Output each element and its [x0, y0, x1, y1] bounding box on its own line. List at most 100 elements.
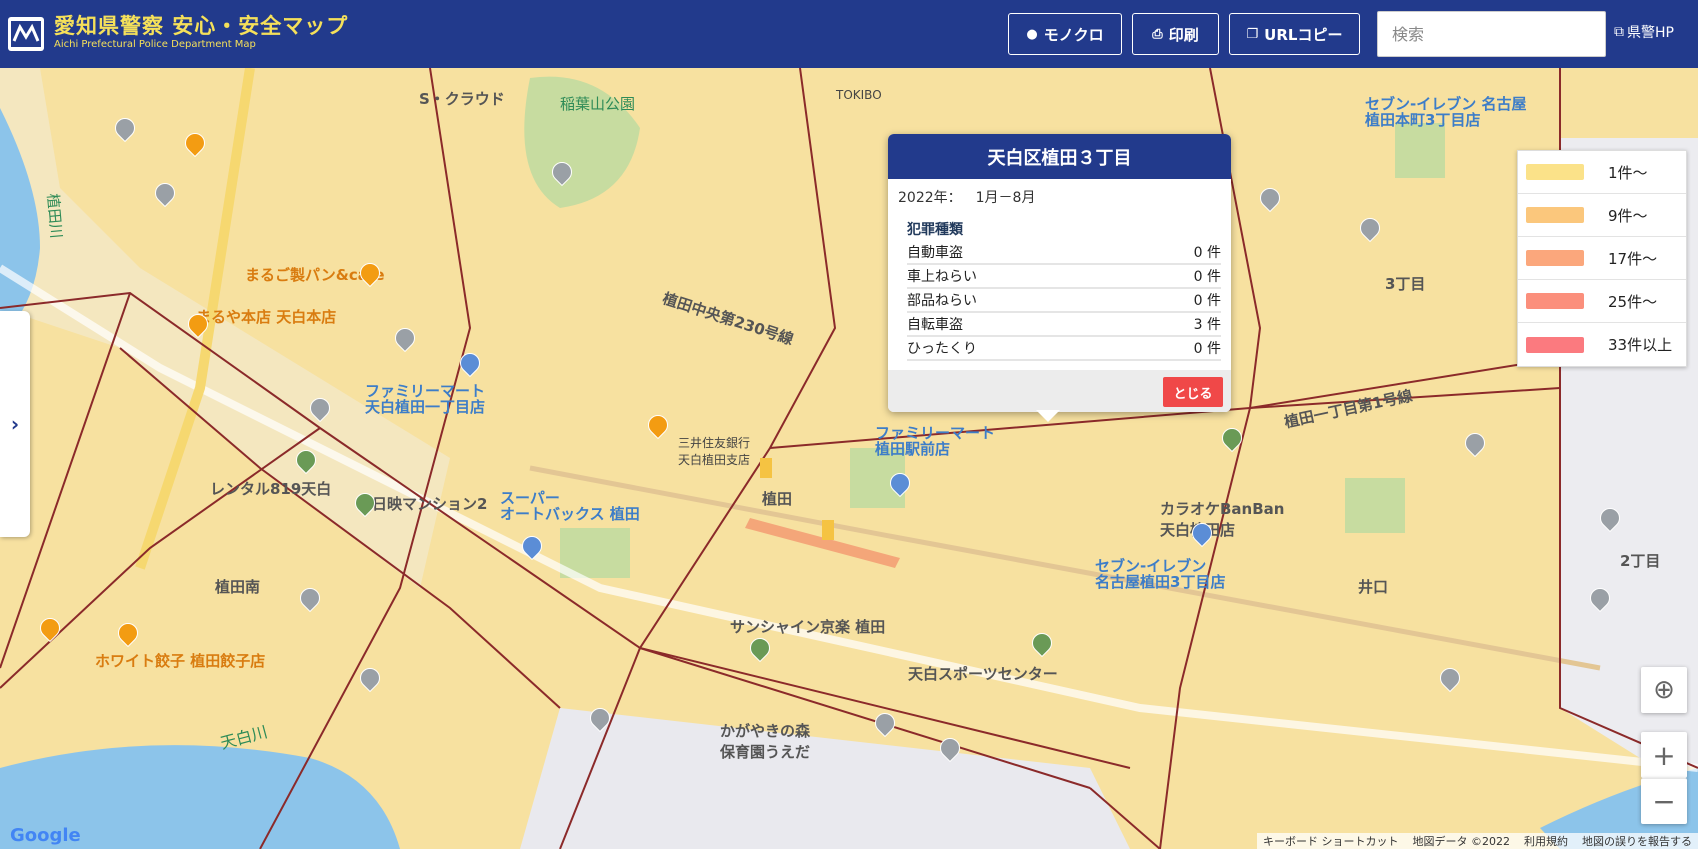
poi-pin[interactable]	[1590, 588, 1608, 610]
legend-swatch	[1526, 207, 1584, 223]
label-smbc: 三井住友銀行 天白植田支店	[678, 436, 751, 467]
legend-row: 25件～	[1518, 280, 1686, 323]
label-sports-center: 天白スポーツセンター	[908, 665, 1058, 683]
poi-pin[interactable]	[1600, 508, 1618, 530]
area-info-popup: 天白区植田３丁目 2022年： 1月－8月 犯罪種類 自動車盗 0 件 車上ねら…	[888, 134, 1231, 412]
legend-label: 25件～	[1608, 292, 1658, 311]
prefectural-police-label: 県警HP	[1627, 25, 1674, 41]
crime-count: 0 件	[1193, 293, 1221, 309]
crime-name: 自動車盗	[907, 245, 963, 261]
print-label: 印刷	[1168, 25, 1199, 44]
popup-months: 1月－8月	[975, 190, 1036, 206]
label-s-cloud: S・クラウド	[419, 90, 505, 108]
google-logo: Google	[10, 825, 81, 846]
shop-pin[interactable]	[890, 473, 908, 495]
report-error-link[interactable]: 地図の誤りを報告する	[1582, 833, 1692, 849]
crime-name: 車上ねらい	[907, 269, 977, 285]
park-pin[interactable]	[1032, 633, 1050, 655]
shop-pin[interactable]	[522, 536, 540, 558]
app-title: 愛知県警察 安心・安全マップ	[54, 14, 349, 38]
legend-row: 33件以上	[1518, 323, 1686, 366]
poi-pin[interactable]	[552, 162, 570, 184]
poi-pin[interactable]	[1465, 433, 1483, 455]
crime-name: ひったくり	[907, 341, 977, 357]
label-sunshine: サンシャイン京楽 植田	[730, 618, 886, 636]
url-copy-button[interactable]: ❐ URLコピー	[1229, 13, 1360, 55]
google-logo-text: Google	[10, 825, 81, 846]
copy-icon: ❐	[1246, 26, 1259, 42]
legend-row: 1件～	[1518, 151, 1686, 194]
restaurant-pin[interactable]	[118, 623, 136, 645]
restaurant-pin[interactable]	[40, 618, 58, 640]
poi-pin[interactable]	[1360, 218, 1378, 240]
crime-count: 0 件	[1193, 341, 1221, 357]
restaurant-pin[interactable]	[185, 133, 203, 155]
label-kagaya: かがやきの森 保育園うえだ	[720, 722, 811, 761]
legend-label: 17件～	[1608, 249, 1658, 268]
poi-pin[interactable]	[1260, 188, 1278, 210]
crime-count: 3 件	[1193, 317, 1221, 333]
poi-pin[interactable]	[310, 398, 328, 420]
minus-icon: −	[1652, 785, 1676, 818]
label-seven-honmachi: セブン-イレブン 名古屋 植田本町3丁目店	[1365, 95, 1527, 129]
sidebar-toggle-button[interactable]: ›	[0, 311, 30, 537]
label-inaba-park: 稲葉山公園	[560, 95, 636, 113]
crime-type-heading: 犯罪種類	[907, 222, 963, 238]
restaurant-pin[interactable]	[648, 415, 666, 437]
park-pin[interactable]	[355, 493, 373, 515]
crime-count: 0 件	[1193, 245, 1221, 261]
crime-count-legend: 1件～ 9件～ 17件～ 25件～ 33件以上	[1517, 150, 1687, 367]
app-header: 愛知県警察 安心・安全マップ Aichi Prefectural Police …	[0, 0, 1698, 68]
poi-pin[interactable]	[300, 588, 318, 610]
chevron-right-icon: ›	[10, 412, 20, 436]
park-pin[interactable]	[296, 450, 314, 472]
shop-pin[interactable]	[1192, 523, 1210, 545]
park-pin[interactable]	[1222, 428, 1240, 450]
restaurant-pin[interactable]	[188, 314, 206, 336]
police-logo	[8, 17, 44, 51]
shop-pin[interactable]	[460, 353, 478, 375]
keyboard-shortcuts-link[interactable]: キーボード ショートカット	[1263, 833, 1399, 849]
label-karaoke: カラオケBanBan 天白植田店	[1160, 500, 1285, 539]
terms-link[interactable]: 利用規約	[1524, 833, 1568, 849]
label-iguchi: 井口	[1358, 578, 1389, 596]
monochrome-label: モノクロ	[1043, 25, 1104, 44]
popup-title: 天白区植田３丁目	[888, 134, 1231, 179]
legend-label: 33件以上	[1608, 336, 1673, 354]
park-pin[interactable]	[750, 638, 768, 660]
monochrome-button[interactable]: ● モノクロ	[1008, 13, 1122, 55]
legend-row: 9件～	[1518, 194, 1686, 237]
label-familymart-station: ファミリーマート 植田駅前店	[875, 424, 996, 458]
poi-pin[interactable]	[1440, 668, 1458, 690]
label-ueda-station: 植田	[762, 490, 793, 508]
map-canvas[interactable]: S・クラウド 稲葉山公園 TOKIBO 植田中央第230号線 ファミリーマート …	[0, 68, 1698, 849]
legend-swatch	[1526, 164, 1584, 180]
url-copy-label: URLコピー	[1264, 25, 1343, 44]
poi-pin[interactable]	[155, 183, 173, 205]
legend-label: 1件～	[1608, 163, 1648, 182]
label-white-gyoza: ホワイト餃子 植田餃子店	[95, 652, 266, 670]
palette-icon: ●	[1026, 26, 1038, 42]
crime-row: 自転車盗 3 件	[907, 313, 1221, 337]
label-tokibo: TOKIBO	[836, 88, 882, 102]
map-attribution: キーボード ショートカット 地図データ ©2022 利用規約 地図の誤りを報告す…	[1257, 833, 1698, 849]
crime-name: 自転車盗	[907, 317, 963, 333]
poi-pin[interactable]	[940, 738, 958, 760]
prefectural-police-link[interactable]: ⧉ 県警HP	[1614, 22, 1674, 42]
poi-pin[interactable]	[395, 328, 413, 350]
print-button[interactable]: ⎙ 印刷	[1132, 13, 1219, 55]
crime-row: 自動車盗 0 件	[907, 241, 1221, 265]
close-popup-button[interactable]: とじる	[1163, 377, 1223, 407]
poi-pin[interactable]	[590, 708, 608, 730]
poi-pin[interactable]	[115, 118, 133, 140]
label-ueda-river: 植田川	[43, 192, 66, 240]
search-input[interactable]	[1377, 11, 1606, 57]
poi-pin[interactable]	[875, 713, 893, 735]
restaurant-pin[interactable]	[360, 263, 378, 285]
my-location-button[interactable]: ⊕	[1641, 667, 1687, 713]
popup-pointer	[1036, 410, 1060, 422]
poi-pin[interactable]	[360, 668, 378, 690]
label-familymart-ueda1: ファミリーマート 天白植田一丁目店	[365, 382, 486, 416]
zoom-out-button[interactable]: −	[1641, 778, 1687, 824]
zoom-in-button[interactable]: +	[1641, 732, 1687, 778]
